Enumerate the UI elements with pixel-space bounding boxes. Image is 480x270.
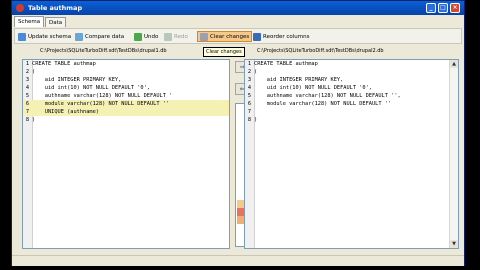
maximize-button[interactable]: □ xyxy=(438,3,448,13)
redo-label: Redo xyxy=(174,33,188,40)
reorder-columns-label: Reorder columns xyxy=(263,33,310,40)
tab-schema[interactable]: Schema xyxy=(14,16,45,27)
right-code-line: 7 xyxy=(247,109,252,115)
left-code-line: 3 aid INTEGER PRIMARY KEY, xyxy=(25,77,122,83)
clear-changes-button[interactable]: Clear changes xyxy=(197,31,253,42)
clear-changes-icon xyxy=(200,32,208,41)
redo-button[interactable]: Redo xyxy=(164,31,188,42)
tab-data[interactable]: Data xyxy=(45,17,67,27)
scroll-up-icon[interactable]: ▲ xyxy=(450,60,458,68)
compare-data-label: Compare data xyxy=(85,33,125,40)
compare-data-button[interactable]: Compare data xyxy=(75,31,124,42)
reorder-columns-icon xyxy=(253,32,261,41)
right-code-line: 1 CREATE TABLE authmap xyxy=(247,61,318,67)
left-db-path: C:\Projects\SQLiteTurboDiff.sdt\TestDBs\… xyxy=(40,48,167,54)
clear-changes-label: Clear changes xyxy=(210,33,250,40)
right-vertical-scrollbar[interactable]: ▲ ▼ xyxy=(449,60,458,248)
undo-button[interactable]: Undo xyxy=(134,31,158,42)
undo-icon xyxy=(134,32,142,41)
redo-icon xyxy=(164,32,172,41)
right-code-line: 5 authname varchar(128) NOT NULL DEFAULT… xyxy=(247,93,401,99)
left-code-line: 5 authname varchar(128) NOT NULL DEFAULT… xyxy=(25,93,173,99)
update-schema-button[interactable]: Update schema xyxy=(18,31,71,42)
right-code-line: 6 module varchar(128) NOT NULL DEFAULT '… xyxy=(247,101,392,107)
app-window: Table authmap _ □ × Schema Data Update s… xyxy=(11,0,465,266)
right-db-path: C:\Projects\SQLiteTurboDiff.sdt\TestDBs\… xyxy=(257,48,384,54)
left-code-line: 2( xyxy=(25,69,36,75)
right-schema-pane[interactable]: 1 CREATE TABLE authmap 2( 3 aid INTEGER P… xyxy=(244,59,459,249)
right-code-line: 3 aid INTEGER PRIMARY KEY, xyxy=(247,77,344,83)
undo-label: Undo xyxy=(144,33,159,40)
reorder-columns-button[interactable]: Reorder columns xyxy=(253,31,309,42)
left-code-line-changed: 7 UNIQUE (authname) xyxy=(23,108,229,116)
right-code-line: 4 uid int(10) NOT NULL DEFAULT '0', xyxy=(247,85,372,91)
title-bar[interactable]: Table authmap _ □ × xyxy=(12,1,464,15)
close-button[interactable]: × xyxy=(450,3,460,13)
left-schema-pane[interactable]: 1 CREATE TABLE authmap 2( 3 aid INTEGER P… xyxy=(22,59,230,249)
update-schema-icon xyxy=(18,32,26,41)
left-code-line: 1 CREATE TABLE authmap xyxy=(25,61,96,67)
scroll-down-icon[interactable]: ▼ xyxy=(450,240,458,248)
left-code-line-changed: 6 module varchar(128) NOT NULL DEFAULT '… xyxy=(23,100,229,108)
clear-changes-tooltip: Clear changes xyxy=(203,47,245,57)
compare-data-icon xyxy=(75,32,83,41)
left-code-line: 8) xyxy=(25,117,36,123)
status-bar xyxy=(12,255,464,266)
minimize-button[interactable]: _ xyxy=(426,3,436,13)
window-title: Table authmap xyxy=(28,4,83,12)
update-schema-label: Update schema xyxy=(28,33,72,40)
toolbar: Update schema Compare data Undo Redo Cle… xyxy=(14,28,462,44)
app-icon xyxy=(16,4,24,12)
left-code-line: 4 uid int(10) NOT NULL DEFAULT '0', xyxy=(25,85,150,91)
right-code-line: 8) xyxy=(247,117,258,123)
right-code-line: 2( xyxy=(247,69,258,75)
